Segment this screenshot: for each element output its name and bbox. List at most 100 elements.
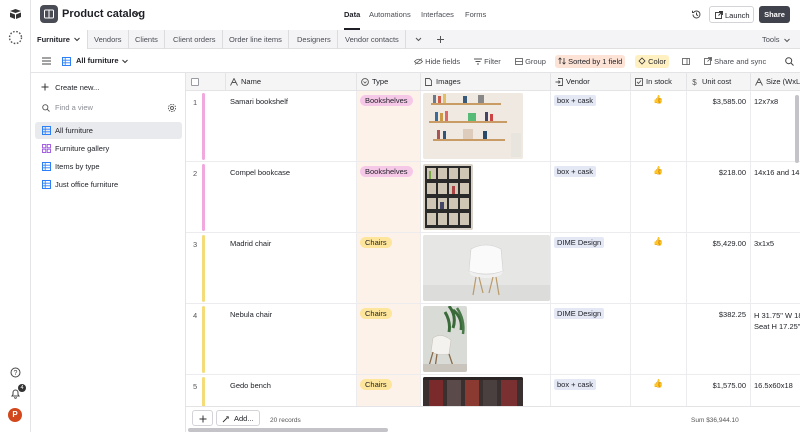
name-cell[interactable]: Madrid chair <box>226 233 357 304</box>
vendor-cell[interactable]: box + cask <box>551 91 631 162</box>
nav-forms[interactable]: Forms <box>465 10 486 19</box>
top-bar: Product catalog Data Automations Interfa… <box>31 0 800 30</box>
in-stock-cell[interactable]: 👍 <box>631 162 687 233</box>
sidebar-item-furniture-gallery[interactable]: Furniture gallery <box>35 140 182 157</box>
name-cell[interactable]: Samari bookshelf <box>226 91 357 162</box>
size-cell[interactable]: 12x7x8 <box>751 91 800 162</box>
help-icon[interactable]: ? <box>10 367 21 378</box>
column-header-images[interactable]: Images <box>421 73 551 91</box>
svg-text:$: $ <box>692 78 697 86</box>
nav-interfaces[interactable]: Interfaces <box>421 10 454 19</box>
bookcase-image[interactable] <box>423 164 473 230</box>
column-header-label: Images <box>436 77 461 86</box>
tab-client-orders[interactable]: Client orders <box>167 30 223 49</box>
launch-button[interactable]: Launch <box>709 6 754 23</box>
tab-vendor-contacts[interactable]: Vendor contacts <box>339 30 406 49</box>
type-cell[interactable]: Bookshelves <box>357 91 421 162</box>
tab-vendors[interactable]: Vendors <box>88 30 129 49</box>
type-cell[interactable]: Bookshelves <box>357 162 421 233</box>
type-pill: Chairs <box>360 237 392 248</box>
tab-furniture[interactable]: Furniture <box>31 30 88 49</box>
gallery-view-icon <box>42 144 51 153</box>
column-header-unit-cost[interactable]: $ Unit cost <box>687 73 751 91</box>
find-view-input[interactable]: Find a view <box>55 103 93 112</box>
nav-automations[interactable]: Automations <box>369 10 411 19</box>
grid-view-icon <box>62 57 71 66</box>
add-menu-button[interactable]: Add... <box>216 410 260 426</box>
create-new-button[interactable]: Create new... <box>41 83 99 92</box>
share-and-sync-button[interactable]: Share and sync <box>701 55 769 68</box>
name-cell[interactable]: Compel bookcase <box>226 162 357 233</box>
column-header-type[interactable]: Type <box>357 73 421 91</box>
column-header-vendor[interactable]: Vendor <box>551 73 631 91</box>
hide-fields-button[interactable]: Hide fields <box>411 55 463 68</box>
add-table-icon[interactable] <box>436 35 445 44</box>
vendor-cell[interactable]: DIME Design <box>551 233 631 304</box>
sidebar-item-all-furniture[interactable]: All furniture <box>35 122 182 139</box>
paint-bucket-icon <box>638 57 646 65</box>
table-row[interactable]: 4 Nebula chair Chairs DIME Design $382.2… <box>186 304 800 375</box>
images-cell[interactable] <box>421 233 551 304</box>
table-row[interactable]: 1 Samari bookshelf Bookshelves box + cas… <box>186 91 800 162</box>
add-row-button[interactable] <box>192 410 213 426</box>
unit-cost-cell[interactable]: $218.00 <box>687 162 751 233</box>
horizontal-scrollbar[interactable] <box>188 428 388 432</box>
search-icon[interactable] <box>785 57 794 66</box>
madrid-chair-image[interactable] <box>423 235 550 301</box>
tab-designers[interactable]: Designers <box>291 30 338 49</box>
vendor-cell[interactable]: DIME Design <box>551 304 631 375</box>
nebula-chair-image[interactable] <box>423 306 467 372</box>
text-field-icon <box>755 78 763 86</box>
vertical-scrollbar[interactable] <box>795 95 799 163</box>
size-cell[interactable]: 3x1x5 <box>751 233 800 304</box>
size-cell[interactable]: H 31.75" W 18 Seat H 17.25" <box>751 304 800 375</box>
type-cell[interactable]: Chairs <box>357 304 421 375</box>
notification-count-badge: 4 <box>18 384 26 392</box>
tab-clients[interactable]: Clients <box>129 30 165 49</box>
column-header-size[interactable]: Size (WxL <box>751 73 800 91</box>
unit-cost-cell[interactable]: $5,429.00 <box>687 233 751 304</box>
images-cell[interactable] <box>421 162 551 233</box>
in-stock-cell[interactable]: 👍 <box>631 91 687 162</box>
hamburger-menu-icon[interactable] <box>42 57 51 65</box>
group-button[interactable]: Group <box>512 55 549 68</box>
images-cell[interactable] <box>421 304 551 375</box>
filter-button[interactable]: Filter <box>471 55 504 68</box>
home-logo-icon[interactable] <box>9 8 22 20</box>
type-cell[interactable]: Chairs <box>357 233 421 304</box>
user-avatar[interactable]: P <box>8 408 22 422</box>
sort-label: Sorted by 1 field <box>568 57 623 66</box>
tab-order-line-items[interactable]: Order line items <box>223 30 289 49</box>
type-pill: Chairs <box>360 379 392 390</box>
sort-button[interactable]: Sorted by 1 field <box>555 55 626 68</box>
row-height-icon[interactable] <box>682 58 690 65</box>
chevron-down-icon[interactable] <box>133 11 140 17</box>
gear-icon[interactable] <box>167 103 177 113</box>
name-cell[interactable]: Nebula chair <box>226 304 357 375</box>
base-icon[interactable] <box>40 5 58 23</box>
color-button[interactable]: Color <box>635 55 670 68</box>
images-cell[interactable] <box>421 91 551 162</box>
table-row[interactable]: 3 Madrid chair Chairs DIME Design 👍 $5,4… <box>186 233 800 304</box>
sidebar-item-just-office-furniture[interactable]: Just office furniture <box>35 176 182 193</box>
unit-cost-cell[interactable]: $3,585.00 <box>687 91 751 162</box>
in-stock-cell[interactable] <box>631 304 687 375</box>
vendor-cell[interactable]: box + cask <box>551 162 631 233</box>
history-icon[interactable] <box>691 9 702 20</box>
launch-icon <box>715 11 723 19</box>
select-all-checkbox[interactable] <box>191 78 199 86</box>
more-tables-chevron-icon[interactable] <box>415 37 422 42</box>
bookshelf-image[interactable] <box>423 93 523 159</box>
size-cell[interactable]: 14x16 and 14 <box>751 162 800 233</box>
in-stock-cell[interactable]: 👍 <box>631 233 687 304</box>
column-header-in-stock[interactable]: In stock <box>631 73 687 91</box>
table-row[interactable]: 2 Compel bookcase Bookshelves box + cask… <box>186 162 800 233</box>
size-line-1: H 31.75" W 18 <box>754 311 800 320</box>
tools-menu[interactable]: Tools <box>762 35 790 44</box>
column-header-name[interactable]: Name <box>226 73 357 91</box>
header-select-all <box>186 73 226 91</box>
unit-cost-cell[interactable]: $382.25 <box>687 304 751 375</box>
nav-data[interactable]: Data <box>344 10 360 19</box>
sidebar-item-items-by-type[interactable]: Items by type <box>35 158 182 175</box>
share-button[interactable]: Share <box>759 6 790 23</box>
